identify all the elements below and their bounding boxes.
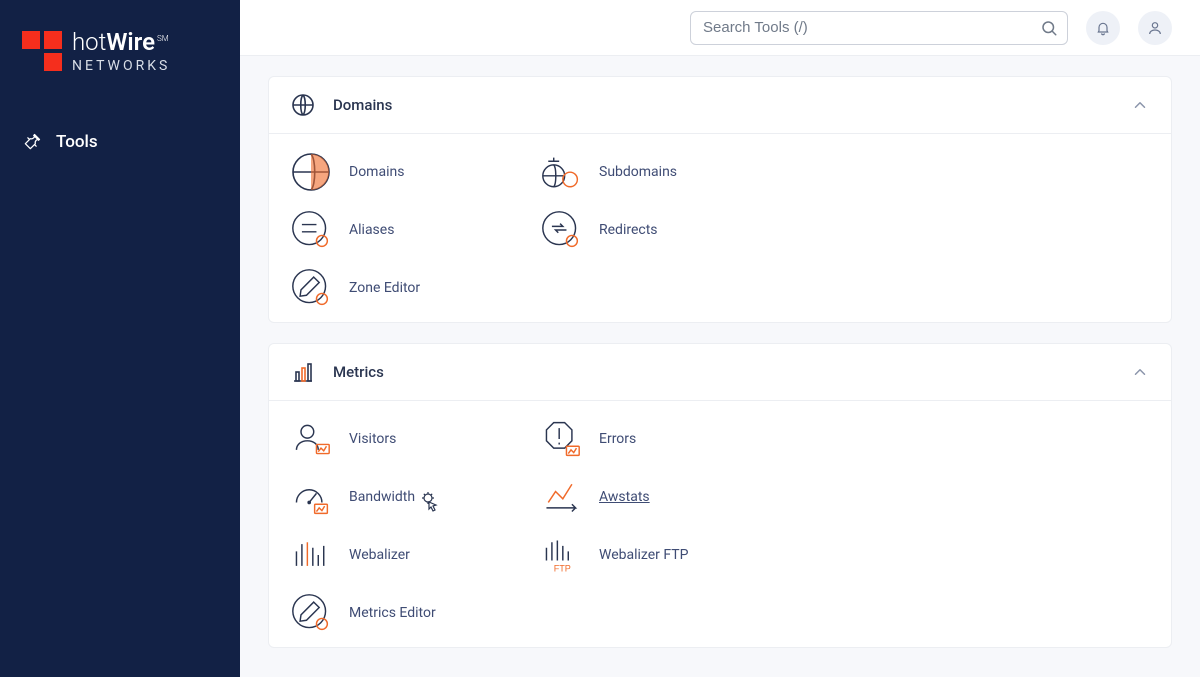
cursor-pointer-icon: [419, 491, 443, 515]
panel-metrics: Metrics Visitors Errors: [268, 343, 1172, 648]
globe-half-icon: [291, 152, 331, 192]
brand-logo-mark: [22, 31, 62, 71]
chevron-up-icon[interactable]: [1131, 96, 1149, 114]
panel-domains: Domains Domains Subdomains: [268, 76, 1172, 323]
content: Domains Domains Subdomains: [240, 56, 1200, 677]
tool-label: Subdomains: [599, 164, 677, 180]
tool-label: Bandwidth: [349, 489, 415, 505]
visitors-icon: [291, 419, 331, 459]
zone-editor-icon: [291, 268, 331, 308]
sidebar-item-tools[interactable]: Tools: [22, 124, 218, 160]
tool-domains[interactable]: Domains: [291, 152, 541, 192]
bar-chart-icon: [291, 360, 315, 384]
tool-label: Metrics Editor: [349, 605, 436, 621]
tool-label: Webalizer FTP: [599, 547, 688, 563]
tool-webalizer[interactable]: Webalizer: [291, 535, 541, 575]
brand-logo-text: hotWireSM NETWORKS: [72, 28, 170, 74]
sidebar-item-label: Tools: [56, 132, 98, 152]
search-wrap: [690, 11, 1068, 45]
panel-title: Metrics: [333, 363, 384, 381]
tool-label: Aliases: [349, 222, 394, 238]
tool-label: Domains: [349, 164, 404, 180]
tool-bandwidth[interactable]: Bandwidth: [291, 477, 541, 517]
sidebar: hotWireSM NETWORKS Tools: [0, 0, 240, 677]
webalizer-ftp-icon: FTP: [541, 535, 581, 575]
search-input[interactable]: [690, 11, 1068, 45]
notifications-button[interactable]: [1086, 11, 1120, 45]
bell-icon: [1095, 20, 1111, 36]
panel-metrics-body: Visitors Errors Bandwidth: [269, 401, 1171, 647]
tool-label: Visitors: [349, 431, 396, 447]
metrics-editor-icon: [291, 593, 331, 633]
tool-webalizer-ftp[interactable]: FTP Webalizer FTP: [541, 535, 791, 575]
tool-subdomains[interactable]: Subdomains: [541, 152, 791, 192]
tool-redirects[interactable]: Redirects: [541, 210, 791, 250]
webalizer-icon: [291, 535, 331, 575]
user-icon: [1147, 20, 1163, 36]
topbar: [240, 0, 1200, 56]
subdomain-icon: [541, 152, 581, 192]
wrench-icon: [22, 132, 42, 152]
tool-label: Errors: [599, 431, 636, 447]
main: Domains Domains Subdomains: [240, 0, 1200, 677]
tool-label: Redirects: [599, 222, 658, 238]
panel-metrics-head[interactable]: Metrics: [269, 344, 1171, 401]
tool-errors[interactable]: Errors: [541, 419, 791, 459]
tool-aliases[interactable]: Aliases: [291, 210, 541, 250]
search-icon[interactable]: [1040, 19, 1058, 37]
account-button[interactable]: [1138, 11, 1172, 45]
svg-text:FTP: FTP: [554, 564, 571, 574]
tool-zone-editor[interactable]: Zone Editor: [291, 268, 541, 308]
awstats-icon: [541, 477, 581, 517]
tool-metrics-editor[interactable]: Metrics Editor: [291, 593, 541, 633]
tool-visitors[interactable]: Visitors: [291, 419, 541, 459]
panel-domains-body: Domains Subdomains Aliases: [269, 134, 1171, 322]
panel-title: Domains: [333, 96, 392, 114]
chevron-up-icon[interactable]: [1131, 363, 1149, 381]
globe-icon: [291, 93, 315, 117]
aliases-icon: [291, 210, 331, 250]
tool-label: Zone Editor: [349, 280, 420, 296]
tool-label: Awstats: [599, 489, 650, 505]
redirects-icon: [541, 210, 581, 250]
tool-awstats[interactable]: Awstats: [541, 477, 791, 517]
tool-label: Webalizer: [349, 547, 410, 563]
errors-icon: [541, 419, 581, 459]
bandwidth-icon: [291, 477, 331, 517]
brand-logo: hotWireSM NETWORKS: [22, 28, 218, 74]
panel-domains-head[interactable]: Domains: [269, 77, 1171, 134]
